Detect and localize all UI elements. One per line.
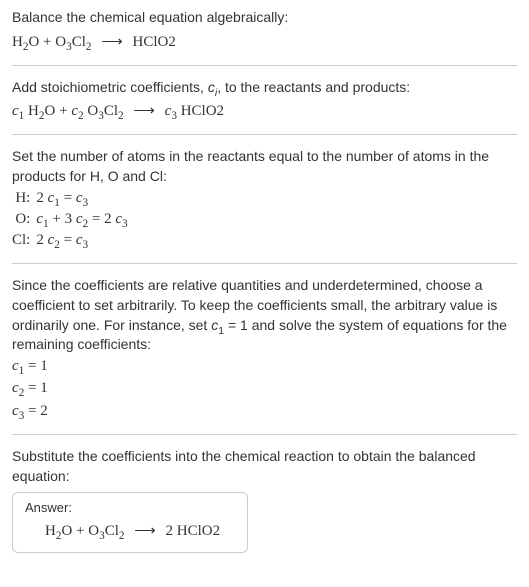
f-cl-sub: 2	[119, 530, 125, 542]
coef: 2	[36, 190, 47, 206]
balance-equations-table: H: 2 c1 = c3 O: c1 + 3 c2 = 2 c3 Cl: 2 c…	[12, 188, 132, 251]
sub: 3	[83, 239, 89, 251]
result-c2: c2 = 1	[12, 377, 517, 400]
table-row: H: 2 c1 = c3	[12, 188, 132, 209]
f-o-plus-o: O + O	[61, 523, 99, 539]
formula-cl2-sub: 2	[86, 41, 92, 53]
sp-h: H	[24, 103, 39, 119]
c: c	[12, 380, 19, 396]
formula-cl: Cl	[72, 34, 86, 50]
add-coeff-text: Add stoichiometric coefficients, ci, to …	[12, 78, 517, 98]
c: c	[12, 403, 19, 419]
section-prompt: Balance the chemical equation algebraica…	[12, 8, 517, 66]
eq: =	[60, 232, 76, 248]
sp-o3-o: O	[84, 103, 99, 119]
unbalanced-equation: H2O + O3Cl2 ⟶ HClO2	[12, 32, 517, 53]
result-c3: c3 = 2	[12, 400, 517, 423]
val: = 1	[24, 380, 47, 396]
prompt-text: Balance the chemical equation algebraica…	[12, 8, 517, 28]
text-part-2: , to the reactants and products:	[217, 79, 410, 95]
ci-c: c	[208, 79, 215, 95]
answer-box: Answer: H2O + O3Cl2 ⟶ 2 HClO2	[12, 492, 248, 552]
element-label: H:	[12, 188, 36, 209]
solve-text: Since the coefficients are relative quan…	[12, 276, 517, 354]
sp-o-plus: O +	[45, 103, 72, 119]
section-solve: Since the coefficients are relative quan…	[12, 276, 517, 435]
text-part-1: Add stoichiometric coefficients,	[12, 79, 208, 95]
formula-o-plus-o: O + O	[28, 34, 66, 50]
val: = 1	[24, 358, 47, 374]
section-add-coefficients: Add stoichiometric coefficients, ci, to …	[12, 78, 517, 136]
table-row: Cl: 2 c2 = c3	[12, 230, 132, 251]
element-label: O:	[12, 209, 36, 230]
coefficient-results: c1 = 1 c2 = 1 c3 = 2	[12, 355, 517, 423]
reaction-arrow: ⟶	[101, 32, 123, 53]
balance-text: Set the number of atoms in the reactants…	[12, 147, 517, 186]
substitute-text: Substitute the coefficients into the che…	[12, 447, 517, 486]
f-h: H	[45, 523, 56, 539]
sp-cl-sub: 2	[118, 110, 124, 122]
c: c	[76, 211, 83, 227]
formula-product: HClO2	[133, 34, 176, 50]
eq: = 2	[88, 211, 115, 227]
f-product: 2 HClO2	[162, 523, 220, 539]
section-atom-balance: Set the number of atoms in the reactants…	[12, 147, 517, 264]
sub: 3	[122, 218, 128, 230]
result-c1: c1 = 1	[12, 355, 517, 378]
c: c	[36, 211, 43, 227]
coef: 2	[36, 232, 47, 248]
c1-c: c	[12, 103, 19, 119]
eq: =	[60, 190, 76, 206]
reaction-arrow: ⟶	[134, 521, 156, 542]
table-row: O: c1 + 3 c2 = 2 c3	[12, 209, 132, 230]
mid: + 3	[49, 211, 76, 227]
balance-eq-o: c1 + 3 c2 = 2 c3	[36, 209, 131, 230]
val: = 2	[24, 403, 47, 419]
sub: 3	[83, 197, 89, 209]
stoich-equation: c1 H2O + c2 O3Cl2 ⟶ c3 HClO2	[12, 101, 517, 122]
c: c	[76, 190, 83, 206]
answer-label: Answer:	[25, 499, 235, 517]
balance-eq-h: 2 c1 = c3	[36, 188, 131, 209]
sp-cl: Cl	[104, 103, 118, 119]
f-cl: Cl	[105, 523, 119, 539]
c: c	[12, 358, 19, 374]
formula-h2o-h: H	[12, 34, 23, 50]
balance-eq-cl: 2 c2 = c3	[36, 230, 131, 251]
reaction-arrow: ⟶	[133, 101, 155, 122]
c2-c: c	[71, 103, 78, 119]
sp-prod: HClO2	[177, 103, 224, 119]
c: c	[76, 232, 83, 248]
balanced-equation: H2O + O3Cl2 ⟶ 2 HClO2	[25, 521, 235, 542]
element-label: Cl:	[12, 230, 36, 251]
section-answer: Substitute the coefficients into the che…	[12, 447, 517, 552]
